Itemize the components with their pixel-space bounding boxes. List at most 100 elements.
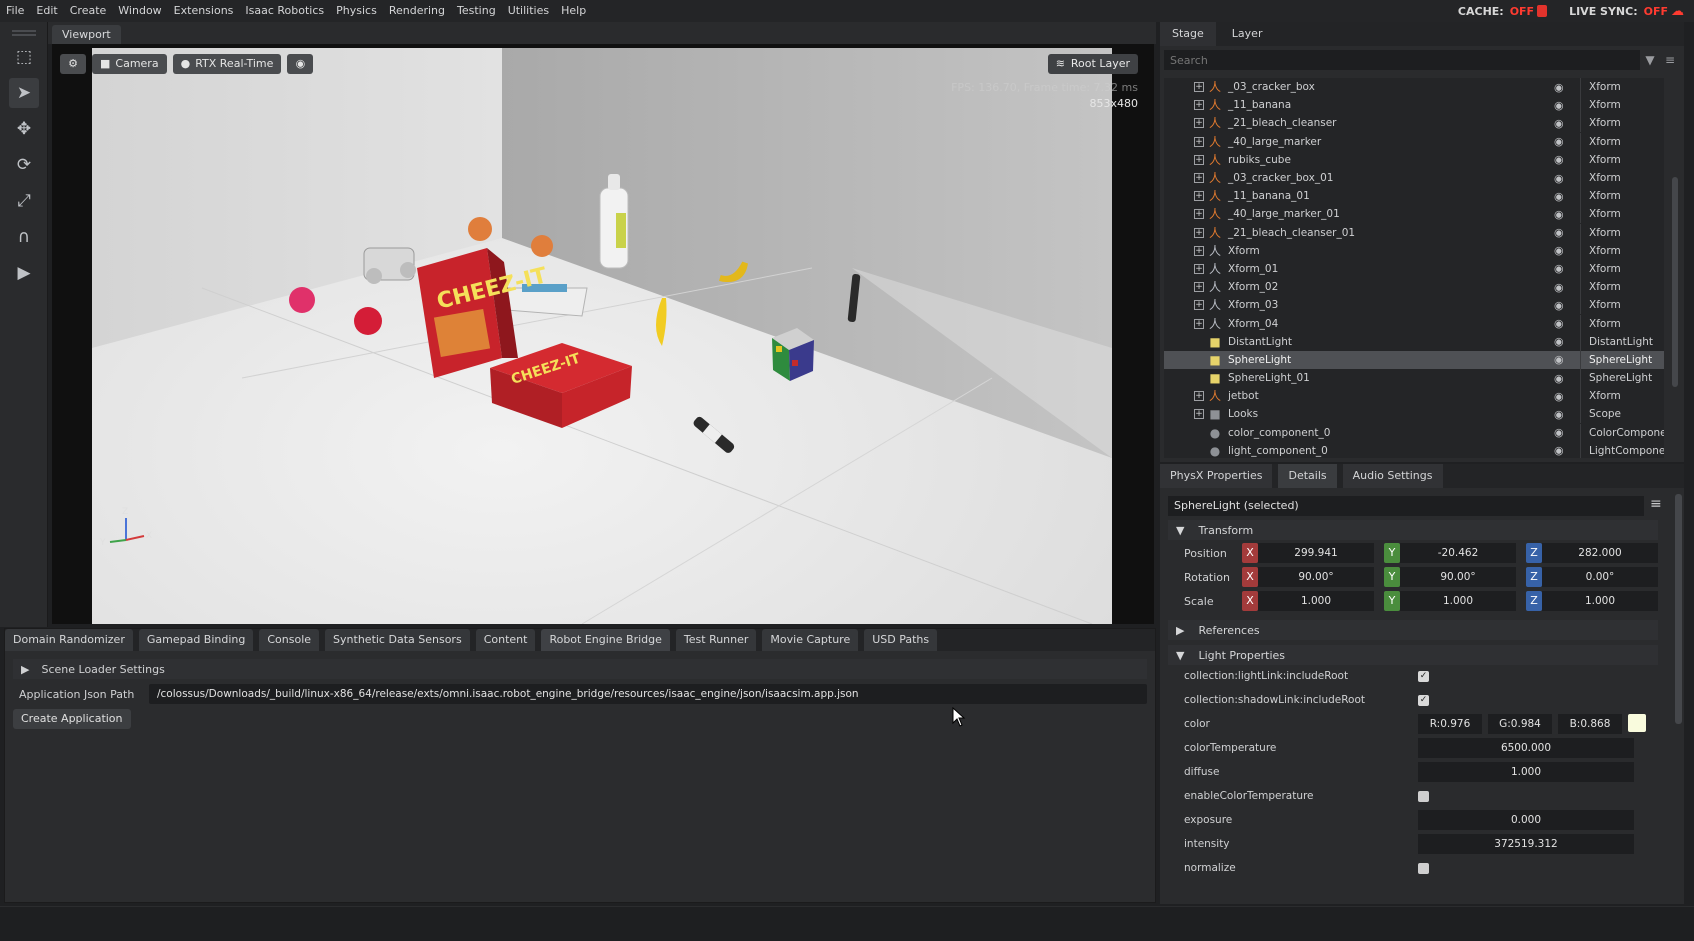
visibility-eye-icon[interactable]: ◉ bbox=[1554, 444, 1564, 457]
move-icon[interactable]: ✥ bbox=[9, 114, 39, 144]
stage-tree-row[interactable]: + 人 rubiks_cube ◉ Xform bbox=[1164, 150, 1664, 169]
stage-tree-row[interactable]: ● light_component_0 ◉ LightComponent bbox=[1164, 441, 1664, 458]
rotation-z-field[interactable]: 0.00° bbox=[1542, 567, 1658, 587]
camera-button[interactable]: ■ Camera bbox=[92, 54, 167, 74]
stage-tree-row[interactable]: + 人 jetbot ◉ Xform bbox=[1164, 387, 1664, 406]
select-mode-icon[interactable]: ⬚ bbox=[9, 42, 39, 72]
scale-y-field[interactable]: 1.000 bbox=[1400, 591, 1516, 611]
snap-icon[interactable]: ∩ bbox=[9, 222, 39, 252]
stage-tree-row[interactable]: + 人 Xform_04 ◉ Xform bbox=[1164, 314, 1664, 333]
scale-z-field[interactable]: 1.000 bbox=[1542, 591, 1658, 611]
include-root-checkbox[interactable]: ✓ bbox=[1418, 670, 1429, 682]
tab-content[interactable]: Content bbox=[475, 629, 536, 651]
visibility-eye-icon[interactable]: ◉ bbox=[1554, 117, 1564, 130]
references-section-header[interactable]: ▶ References bbox=[1168, 620, 1658, 640]
visibility-eye-icon[interactable]: ◉ bbox=[1554, 372, 1564, 385]
create-application-button[interactable]: Create Application bbox=[13, 709, 131, 729]
stage-tree-row[interactable]: ■ DistantLight ◉ DistantLight bbox=[1164, 332, 1664, 351]
visibility-eye-icon[interactable]: ◉ bbox=[1554, 135, 1564, 148]
stage-tree-row[interactable]: ■ SphereLight_01 ◉ SphereLight bbox=[1164, 369, 1664, 388]
visibility-eye-icon[interactable]: ◉ bbox=[1554, 317, 1564, 330]
expand-plus-icon[interactable]: + bbox=[1194, 173, 1204, 184]
cache-status[interactable]: CACHE: OFF bbox=[1458, 5, 1548, 18]
visibility-eye-icon[interactable]: ◉ bbox=[1554, 99, 1564, 112]
selected-prim-field[interactable]: SphereLight (selected) bbox=[1168, 496, 1644, 516]
expand-plus-icon[interactable]: + bbox=[1194, 245, 1204, 256]
visibility-eye-icon[interactable]: ◉ bbox=[287, 54, 314, 74]
tab-physx-properties[interactable]: PhysX Properties bbox=[1160, 464, 1273, 488]
render-mode-button[interactable]: ● RTX Real-Time bbox=[172, 54, 282, 74]
visibility-eye-icon[interactable]: ◉ bbox=[1554, 299, 1564, 312]
scale-icon[interactable]: ⤢ bbox=[9, 186, 39, 216]
tab-details[interactable]: Details bbox=[1278, 464, 1337, 488]
normalize-checkbox[interactable] bbox=[1418, 862, 1429, 874]
tab-domain-randomizer[interactable]: Domain Randomizer bbox=[5, 629, 133, 651]
stage-tree-row[interactable]: + 人 Xform_03 ◉ Xform bbox=[1164, 296, 1664, 315]
visibility-eye-icon[interactable]: ◉ bbox=[1554, 190, 1564, 203]
stage-tree-row[interactable]: + 人 _11_banana_01 ◉ Xform bbox=[1164, 187, 1664, 206]
3d-scene[interactable]: CHEEZ-IT CHEEZ-IT bbox=[92, 48, 1112, 624]
expand-plus-icon[interactable]: + bbox=[1194, 191, 1204, 202]
stage-tree-row[interactable]: + 人 Xform_02 ◉ Xform bbox=[1164, 278, 1664, 297]
expand-plus-icon[interactable]: + bbox=[1194, 263, 1204, 274]
tab-gamepad-binding[interactable]: Gamepad Binding bbox=[138, 629, 254, 651]
visibility-eye-icon[interactable]: ◉ bbox=[1554, 390, 1564, 403]
expand-plus-icon[interactable]: + bbox=[1194, 318, 1204, 329]
live-sync-status[interactable]: LIVE SYNC: OFF ☁ bbox=[1569, 4, 1684, 19]
color-g-field[interactable]: G:0.984 bbox=[1488, 714, 1552, 734]
stage-tree-row[interactable]: + 人 Xform ◉ Xform bbox=[1164, 241, 1664, 260]
color-swatch[interactable] bbox=[1628, 714, 1646, 732]
color-temperature-field[interactable]: 6500.000 bbox=[1418, 738, 1634, 758]
menu-help[interactable]: Help bbox=[555, 0, 592, 22]
diffuse-field[interactable]: 1.000 bbox=[1418, 762, 1634, 782]
position-z-field[interactable]: 282.000 bbox=[1542, 543, 1658, 563]
filter-icon[interactable]: ▼ bbox=[1640, 53, 1660, 67]
stage-tree-row[interactable]: + 人 _21_bleach_cleanser ◉ Xform bbox=[1164, 114, 1664, 133]
stage-tree-row[interactable]: + 人 _40_large_marker_01 ◉ Xform bbox=[1164, 205, 1664, 224]
expand-plus-icon[interactable]: + bbox=[1194, 282, 1204, 293]
tab-stage[interactable]: Stage bbox=[1160, 22, 1216, 46]
expand-plus-icon[interactable]: + bbox=[1194, 409, 1204, 420]
stage-tree-row[interactable]: + 人 Xform_01 ◉ Xform bbox=[1164, 259, 1664, 278]
stage-tree-row[interactable]: ● color_component_0 ◉ ColorComponent bbox=[1164, 423, 1664, 442]
stage-tree-row[interactable]: + 人 _11_banana ◉ Xform bbox=[1164, 96, 1664, 115]
visibility-eye-icon[interactable]: ◉ bbox=[1554, 172, 1564, 185]
rotation-x-field[interactable]: 90.00° bbox=[1258, 567, 1374, 587]
visibility-eye-icon[interactable]: ◉ bbox=[1554, 408, 1564, 421]
menu-window[interactable]: Window bbox=[112, 0, 167, 22]
menu-file[interactable]: File bbox=[0, 0, 30, 22]
visibility-eye-icon[interactable]: ◉ bbox=[1554, 426, 1564, 439]
expand-plus-icon[interactable]: + bbox=[1194, 118, 1204, 129]
stage-tree-row[interactable]: + 人 _40_large_marker ◉ Xform bbox=[1164, 132, 1664, 151]
scale-x-field[interactable]: 1.000 bbox=[1258, 591, 1374, 611]
expand-plus-icon[interactable]: + bbox=[1194, 391, 1204, 402]
expand-plus-icon[interactable]: + bbox=[1194, 300, 1204, 311]
property-scrollbar[interactable] bbox=[1675, 494, 1682, 724]
exposure-field[interactable]: 0.000 bbox=[1418, 810, 1634, 830]
tab-console[interactable]: Console bbox=[259, 629, 320, 651]
visibility-eye-icon[interactable]: ◉ bbox=[1554, 262, 1564, 275]
json-path-input[interactable] bbox=[149, 684, 1147, 704]
menu-create[interactable]: Create bbox=[64, 0, 113, 22]
play-icon[interactable]: ▶ bbox=[9, 258, 39, 288]
transform-section-header[interactable]: ▼ Transform bbox=[1168, 520, 1658, 540]
visibility-eye-icon[interactable]: ◉ bbox=[1554, 208, 1564, 221]
stage-search-input[interactable] bbox=[1164, 50, 1640, 70]
menu-isaac-robotics[interactable]: Isaac Robotics bbox=[239, 0, 330, 22]
menu-extensions[interactable]: Extensions bbox=[168, 0, 240, 22]
tab-robot-engine-bridge[interactable]: Robot Engine Bridge bbox=[541, 629, 670, 651]
stage-tree-row[interactable]: + 人 _03_cracker_box ◉ Xform bbox=[1164, 78, 1664, 97]
position-x-field[interactable]: 299.941 bbox=[1258, 543, 1374, 563]
options-menu-icon[interactable]: ≡ bbox=[1660, 53, 1680, 67]
stage-tree-row[interactable]: + 人 _21_bleach_cleanser_01 ◉ Xform bbox=[1164, 223, 1664, 242]
expand-plus-icon[interactable]: + bbox=[1194, 227, 1204, 238]
stage-tree-row[interactable]: ■ SphereLight ◉ SphereLight bbox=[1164, 350, 1664, 369]
scene-loader-settings-header[interactable]: ▶ Scene Loader Settings bbox=[13, 659, 1147, 679]
color-r-field[interactable]: R:0.976 bbox=[1418, 714, 1482, 734]
expand-plus-icon[interactable]: + bbox=[1194, 154, 1204, 165]
rotate-icon[interactable]: ⟳ bbox=[9, 150, 39, 180]
rotation-y-field[interactable]: 90.00° bbox=[1400, 567, 1516, 587]
menu-physics[interactable]: Physics bbox=[330, 0, 383, 22]
viewport[interactable]: ⚙ ■ Camera ● RTX Real-Time ◉ ≋ Root Layer F… bbox=[52, 44, 1154, 624]
expand-plus-icon[interactable]: + bbox=[1194, 136, 1204, 147]
